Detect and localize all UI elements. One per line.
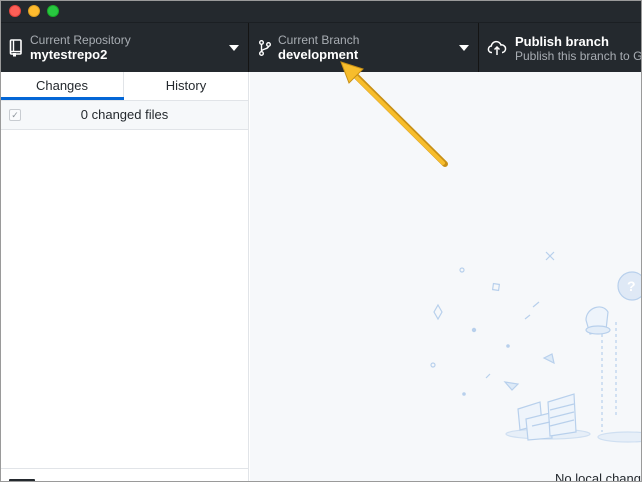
publish-branch-title: Publish branch	[515, 34, 609, 49]
minimize-window-button[interactable]	[28, 5, 40, 17]
current-repository-label: Current Repository	[30, 33, 131, 47]
repository-icon	[9, 39, 22, 57]
changes-list-header: 0 changed files ✓	[1, 101, 248, 130]
changed-files-count: 0 changed files	[80, 107, 169, 122]
title-bar	[1, 1, 641, 22]
checkmark-icon: ✓	[11, 110, 19, 120]
chevron-down-icon	[229, 45, 239, 51]
select-all-checkbox[interactable]: ✓	[9, 109, 21, 121]
tab-bar: Changes History	[1, 72, 248, 101]
no-local-changes-message: No local changes	[555, 471, 641, 482]
current-repository-button[interactable]: Current Repository mytestrepo2	[1, 23, 249, 73]
publish-branch-button[interactable]: Publish branch Publish this branch to Gi…	[479, 23, 642, 73]
publish-branch-description: Publish this branch to GitHub	[515, 49, 642, 63]
current-branch-name: development	[278, 47, 359, 62]
no-changes-illustration: ?	[430, 251, 641, 443]
commit-area	[1, 468, 248, 481]
sidebar: Changes History 0 changed files ✓	[1, 72, 249, 481]
current-repository-name: mytestrepo2	[30, 47, 108, 62]
svg-text:?: ?	[627, 278, 636, 294]
current-branch-label: Current Branch	[278, 33, 360, 47]
close-window-button[interactable]	[9, 5, 21, 17]
zoom-window-button[interactable]	[47, 5, 59, 17]
selected-tab-indicator	[1, 97, 124, 100]
toolbar: Current Repository mytestrepo2 Current B…	[1, 22, 642, 73]
chevron-down-icon	[459, 45, 469, 51]
tab-history[interactable]: History	[124, 72, 248, 100]
cloud-upload-icon	[487, 40, 507, 55]
tab-changes[interactable]: Changes	[1, 72, 124, 100]
git-branch-icon	[259, 40, 271, 56]
current-branch-button[interactable]: Current Branch development	[249, 23, 479, 73]
main-content: ? No local changes	[250, 72, 641, 482]
app-window: Current Repository mytestrepo2 Current B…	[0, 0, 642, 482]
